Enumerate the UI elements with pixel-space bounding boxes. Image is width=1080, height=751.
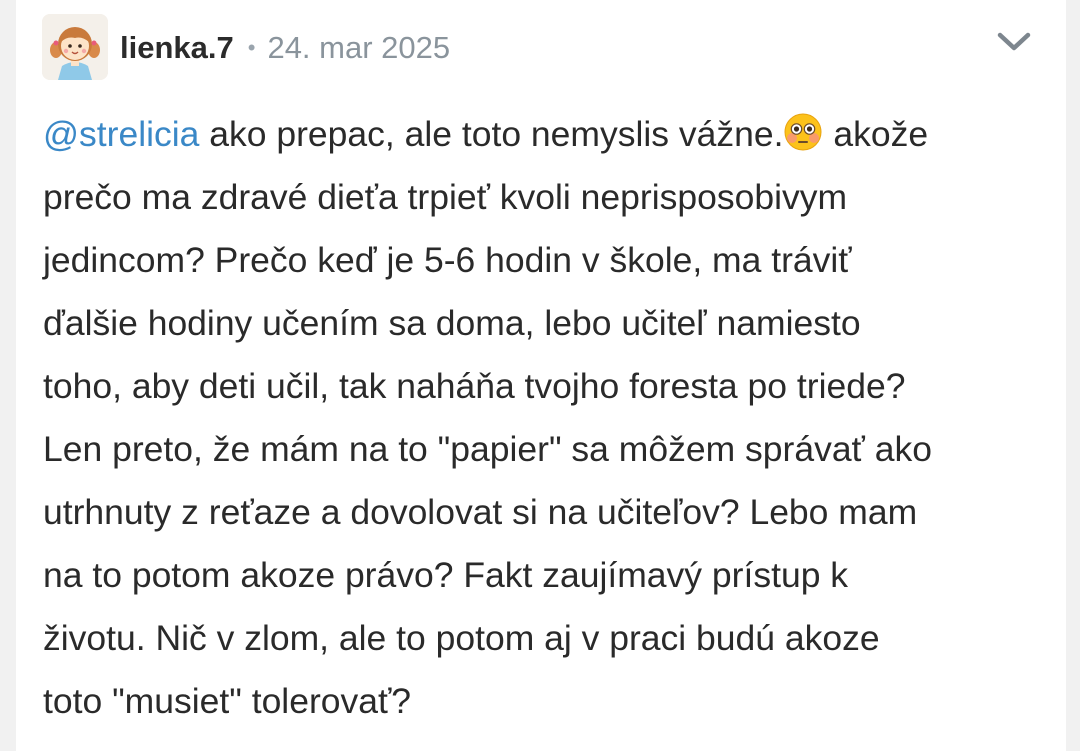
post-line: utrhnuty z reťaze a dovolovat si na učit… xyxy=(43,492,918,532)
post-line-text: akože xyxy=(823,114,929,154)
flushed-face-emoji-icon xyxy=(783,109,823,151)
post-date: 24. mar 2025 xyxy=(267,30,451,65)
post-card: lienka.7 • 24. mar 2025 @strelicia ako p… xyxy=(16,0,1066,751)
post-line: jedincom? Prečo keď je 5-6 hodin v škole… xyxy=(43,240,852,280)
avatar-image xyxy=(42,14,108,80)
post-line-text: ako prepac, ale toto nemyslis vážne. xyxy=(199,114,784,154)
author-name[interactable]: lienka.7 xyxy=(120,30,234,66)
post-line: @strelicia ako prepac, ale toto nemyslis… xyxy=(43,103,1043,166)
post-line: prečo ma zdravé dieťa trpieť kvoli nepri… xyxy=(43,177,848,217)
post-line: na to potom akoze právo? Fakt zaujímavý … xyxy=(43,555,849,595)
user-mention-link[interactable]: @strelicia xyxy=(43,114,199,154)
post-header: lienka.7 • 24. mar 2025 xyxy=(120,26,450,70)
post-line: toto "musiet" tolerovať? xyxy=(43,681,412,721)
post-line: Len preto, že mám na to "papier" sa môže… xyxy=(43,429,932,469)
post-line: toho, aby deti učil, tak naháňa tvojho f… xyxy=(43,366,906,406)
chevron-down-icon[interactable] xyxy=(994,26,1034,58)
post-line: ďalšie hodiny učením sa doma, lebo učite… xyxy=(43,303,861,343)
meta-separator: • xyxy=(247,35,256,60)
avatar[interactable] xyxy=(42,14,108,80)
post-line: životu. Nič v zlom, ale to potom aj v pr… xyxy=(43,618,880,658)
post-body: @strelicia ako prepac, ale toto nemyslis… xyxy=(43,103,1043,733)
